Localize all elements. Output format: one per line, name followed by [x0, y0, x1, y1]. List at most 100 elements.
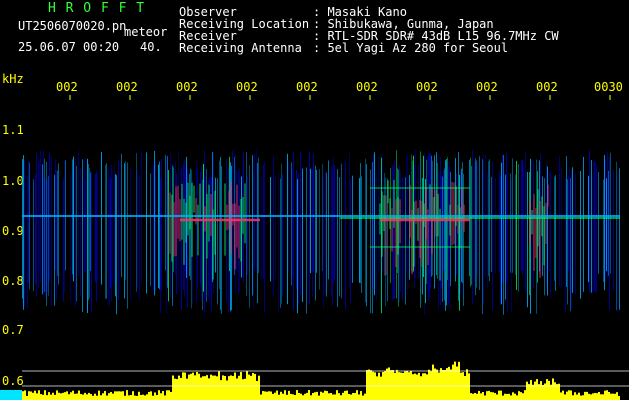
amplitude-bar: [344, 390, 346, 400]
amplitude-bar: [110, 392, 112, 400]
amplitude-bar: [82, 394, 84, 400]
amplitude-bar: [164, 395, 166, 400]
amplitude-bar: [486, 391, 488, 400]
amplitude-bar: [596, 393, 598, 400]
amplitude-bar: [304, 393, 306, 400]
amplitude-bar: [522, 393, 524, 400]
amplitude-bar: [450, 369, 452, 400]
amplitude-bar: [16, 390, 18, 400]
amplitude-bar: [300, 393, 302, 400]
amplitude-bar: [100, 395, 102, 400]
amplitude-bar: [414, 373, 416, 400]
amplitude-bar: [6, 390, 8, 400]
amplitude-bar: [360, 391, 362, 400]
amplitude-bar: [68, 394, 70, 400]
amplitude-bar: [92, 395, 94, 400]
amplitude-bar: [158, 390, 160, 400]
amplitude-bar: [612, 393, 614, 400]
amplitude-bar: [44, 390, 46, 400]
amplitude-bar: [66, 391, 68, 400]
amplitude-bar: [198, 373, 200, 400]
amplitude-bar: [74, 393, 76, 400]
amplitude-bar: [526, 381, 528, 400]
amplitude-bar: [306, 392, 308, 400]
amplitude-bar: [576, 394, 578, 400]
amplitude-bar: [588, 393, 590, 400]
amplitude-bar: [314, 392, 316, 400]
amplitude-bar: [578, 392, 580, 400]
amplitude-bar: [280, 391, 282, 400]
amplitude-bar: [108, 393, 110, 400]
amplitude-bar: [14, 390, 16, 400]
amplitude-bar: [380, 376, 382, 400]
amplitude-bar: [536, 379, 538, 400]
amplitude-bar: [480, 393, 482, 400]
amplitude-bar: [520, 392, 522, 400]
amplitude-bar: [546, 379, 548, 400]
amplitude-bar: [452, 364, 454, 400]
amplitude-bar: [106, 395, 108, 400]
amplitude-bar: [118, 391, 120, 400]
amplitude-bar: [186, 378, 188, 400]
amplitude-bar: [524, 390, 526, 400]
amplitude-bar: [458, 361, 460, 400]
amplitude-bar: [424, 373, 426, 400]
amplitude-bar: [90, 393, 92, 400]
amplitude-bar: [494, 392, 496, 400]
amplitude-bar: [140, 395, 142, 400]
amplitude-bar: [34, 390, 36, 400]
amplitude-bar: [478, 390, 480, 400]
amplitude-bar: [238, 375, 240, 400]
amplitude-bar: [292, 394, 294, 400]
amplitude-bar: [236, 378, 238, 400]
amplitude-bar: [396, 369, 398, 400]
amplitude-bar: [200, 377, 202, 400]
amplitude-bar: [574, 392, 576, 400]
amplitude-bar: [190, 373, 192, 400]
amplitude-bar: [152, 395, 154, 400]
amplitude-bar: [442, 370, 444, 400]
amplitude-bar: [42, 394, 44, 400]
amplitude-bar: [488, 390, 490, 400]
amplitude-bar: [52, 392, 54, 400]
amplitude-bar: [56, 390, 58, 400]
amplitude-bar: [600, 394, 602, 400]
amplitude-bar: [296, 390, 298, 400]
amplitude-bar: [568, 390, 570, 400]
amplitude-bar: [88, 392, 90, 400]
amplitude-bar: [264, 391, 266, 400]
amplitude-bar: [282, 393, 284, 400]
amplitude-bar: [502, 395, 504, 400]
amplitude-bar: [18, 390, 20, 400]
amplitude-bar: [338, 393, 340, 400]
amplitude-bar: [230, 375, 232, 400]
amplitude-bar: [270, 391, 272, 400]
amplitude-bar: [366, 370, 368, 400]
amplitude-bar: [610, 393, 612, 400]
amplitude-bar: [206, 375, 208, 400]
amplitude-bar: [96, 395, 98, 400]
amplitude-bar: [548, 380, 550, 400]
amplitude-bar: [412, 374, 414, 400]
amplitude-bar: [114, 391, 116, 400]
amplitude-bar: [228, 376, 230, 400]
amplitude-bar: [466, 369, 468, 400]
amplitude-bar: [566, 391, 568, 400]
amplitude-bar: [166, 390, 168, 400]
amplitude-bar: [26, 395, 28, 400]
amplitude-bar: [36, 393, 38, 400]
amplitude-bar: [446, 368, 448, 400]
amplitude-bar: [434, 368, 436, 400]
amplitude-bar: [138, 391, 140, 400]
amplitude-bar: [420, 376, 422, 400]
amplitude-bar: [580, 395, 582, 400]
amplitude-bar: [150, 391, 152, 400]
amplitude-bar: [320, 391, 322, 400]
amplitude-bar: [122, 391, 124, 400]
amplitude-bar: [250, 375, 252, 400]
amplitude-bar: [130, 395, 132, 400]
amplitude-bar: [128, 395, 130, 400]
amplitude-bar: [148, 391, 150, 400]
amplitude-bar: [70, 392, 72, 400]
amplitude-bar: [2, 390, 4, 400]
